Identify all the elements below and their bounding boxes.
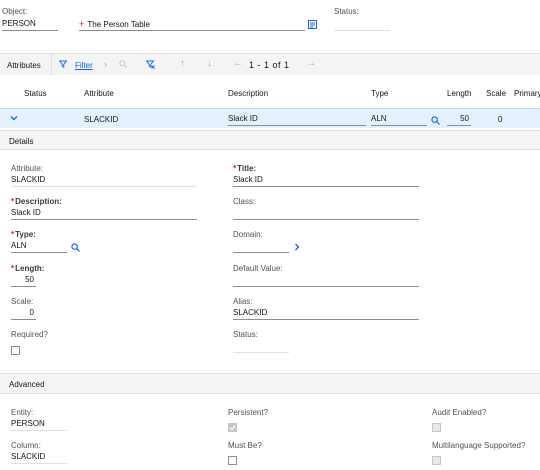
description-label: *Description: [11,197,62,206]
details-section-header[interactable]: Details [0,130,540,150]
column-header-primary[interactable]: Primary [514,89,540,98]
required-checkbox[interactable] [11,346,20,355]
description-input[interactable]: Slack ID [11,208,197,220]
arrow-down-icon[interactable]: ↓ [207,58,212,69]
filter-expand-icon[interactable]: › [104,59,107,69]
object-input[interactable]: PERSON [2,19,58,31]
details-section-title: Details [9,137,34,146]
class-label: Class: [233,197,256,206]
required-label: Required? [11,330,48,339]
object-label: Object: [2,7,28,16]
filter-icon[interactable] [59,60,67,68]
length-label-text: Length: [15,264,45,273]
default-value-label: Default Value: [233,264,283,273]
row-length-input[interactable]: 50 [447,114,471,126]
required-marker: * [11,264,15,273]
filter-link[interactable]: Filter [75,61,93,70]
scale-label: Scale: [11,297,34,306]
clear-filter-icon[interactable] [146,60,155,69]
type-lookup-icon[interactable] [431,116,440,125]
detail-status-field [233,341,289,353]
column-label: Column: [11,441,41,450]
column-header-attribute[interactable]: Attribute [84,89,114,98]
alias-label: Alias: [233,297,253,306]
table-row[interactable]: SLACKID Slack ID ALN 50 0 [0,108,540,128]
object-description-text: The Person Table [87,20,150,29]
description-label-text: Description: [15,197,62,206]
audit-enabled-checkbox[interactable] [432,423,441,432]
column-header-scale[interactable]: Scale [486,89,506,98]
status-field [334,19,390,31]
row-type-input[interactable]: ALN [371,114,427,126]
chevron-down-icon[interactable] [10,114,18,122]
title-input[interactable]: Slack ID [233,175,419,187]
length-input[interactable]: 50 [11,275,36,287]
entity-field: PERSON [11,419,67,431]
column-header-description[interactable]: Description [228,89,268,98]
type-label: *Type: [11,230,36,239]
row-description-input[interactable]: Slack ID [228,114,366,126]
length-label: *Length: [11,264,44,273]
pagination-text: 1 - 1 of 1 [249,60,290,70]
type-label-text: Type: [15,230,36,239]
must-be-checkbox[interactable] [228,456,237,465]
multilanguage-checkbox[interactable] [432,456,441,465]
title-label: *Title: [233,164,256,173]
required-marker: * [11,230,15,239]
arrow-up-icon[interactable]: ↑ [180,58,185,69]
attribute-label: Attribute: [11,164,44,173]
required-marker: + [79,19,85,29]
search-icon[interactable] [119,60,127,68]
required-marker: * [11,197,15,206]
row-scale: 0 [498,115,503,124]
chevron-right-icon[interactable] [293,243,301,251]
title-label-text: Title: [237,164,257,173]
type-lookup-icon[interactable] [71,243,80,252]
default-value-input[interactable] [233,275,419,287]
status-label: Status: [334,7,359,16]
detail-status-label: Status: [233,330,258,339]
attribute-field: SLACKID [11,175,197,187]
multilanguage-label: Multilanguage Supported? [432,441,526,450]
persistent-checkbox[interactable] [228,423,237,432]
advanced-section-header[interactable]: Advanced [0,373,540,394]
advanced-section-title: Advanced [9,380,45,389]
table-header: Status Attribute Description Type Length… [0,85,540,103]
domain-label: Domain: [233,230,263,239]
class-input[interactable] [233,208,419,220]
alias-input[interactable]: SLACKID [233,308,419,320]
column-field: SLACKID [11,452,67,464]
attributes-toolbar: Attributes Filter › ↑ ↓ ← 1 - 1 of 1 → [0,53,540,76]
audit-enabled-label: Audit Enabled? [432,408,487,417]
entity-label: Entity: [11,408,34,417]
column-header-type[interactable]: Type [371,89,388,98]
column-header-length[interactable]: Length [447,89,471,98]
row-attribute: SLACKID [84,115,119,124]
persistent-label: Persistent? [228,408,269,417]
scale-input[interactable]: 0 [11,308,36,320]
long-description-icon[interactable] [308,20,317,29]
required-marker: * [233,164,237,173]
attributes-title: Attributes [7,61,41,70]
previous-page-icon[interactable]: ← [233,58,243,69]
domain-input[interactable] [233,241,289,253]
object-description-input[interactable]: + The Person Table [79,19,305,31]
toolbar-divider [51,54,52,76]
type-input[interactable]: ALN [11,241,67,253]
next-page-icon[interactable]: → [306,58,316,69]
must-be-label: Must Be? [228,441,262,450]
column-header-status[interactable]: Status [24,89,47,98]
